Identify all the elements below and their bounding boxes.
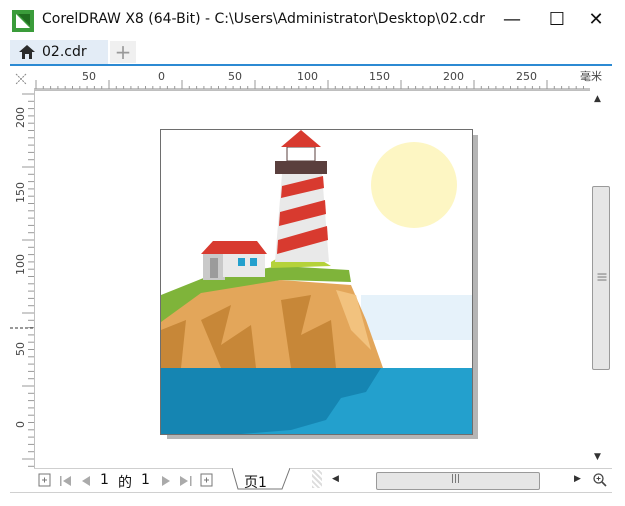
house-window [238,258,245,266]
home-icon [19,45,35,59]
ruler-origin-corner[interactable] [10,68,35,91]
v-ruler-label: 0 [14,421,27,428]
current-page-number[interactable]: 1 [100,472,109,488]
haze-band[interactable] [361,295,472,340]
scroll-thumb-grip: ||| [596,272,607,282]
scroll-left-button[interactable]: ◀ [332,474,339,484]
v-ruler-label: 50 [14,342,27,356]
scroll-up-button[interactable]: ▲ [594,94,601,104]
coreldraw-logo-icon [12,10,34,32]
tab-label: 02.cdr [42,44,87,60]
sun-shape[interactable] [371,142,457,228]
window-bottom-border [10,492,612,493]
h-ruler-label: 0 [158,70,165,83]
first-prev-page-icons[interactable] [60,475,94,487]
add-page-after-icon[interactable] [200,473,214,487]
add-tab-button[interactable]: + [110,41,136,63]
v-ruler-label: 200 [14,107,27,128]
page-of-label: 的 [118,475,132,491]
h-ruler-label: 200 [443,70,464,83]
ruler-unit-label: 毫米 [580,70,602,83]
house-window [250,258,257,266]
v-ruler-label: 150 [14,182,27,203]
close-button[interactable]: ✕ [582,8,610,32]
h-ruler-label: 250 [516,70,537,83]
document-page[interactable] [160,129,473,435]
lighthouse-lantern[interactable] [286,146,316,162]
house-roof[interactable] [201,241,267,254]
tab-underline [10,64,612,66]
page-tab-label: 页1 [244,475,267,491]
total-pages: 1 [141,472,150,488]
zoom-navigator-icon[interactable] [592,472,608,488]
tab-splitter-handle[interactable] [312,470,322,488]
scroll-down-button[interactable]: ▼ [594,452,601,462]
lighthouse-gallery[interactable] [275,161,327,174]
next-last-page-icons[interactable] [160,475,194,487]
house-door [210,258,218,278]
vertical-ruler-ticks [10,93,34,467]
h-ruler-label: 50 [228,70,242,83]
scroll-right-button[interactable]: ▶ [574,474,581,484]
lighthouse-cap[interactable] [281,130,321,147]
lighthouse-illustration[interactable] [161,130,472,434]
vertical-ruler[interactable] [10,90,35,468]
add-page-before-icon[interactable] [38,473,52,487]
window-title: CorelDRAW X8 (64-Bit) - C:\Users\Adminis… [42,11,485,27]
minimize-button[interactable]: — [498,8,526,32]
h-ruler-label: 50 [82,70,96,83]
ruler-origin-icon [15,73,27,85]
maximize-button[interactable]: ☐ [543,8,571,32]
h-ruler-label: 150 [369,70,390,83]
h-scroll-thumb-grip: ||| [451,474,461,484]
v-ruler-label: 100 [14,254,27,275]
h-ruler-label: 100 [297,70,318,83]
